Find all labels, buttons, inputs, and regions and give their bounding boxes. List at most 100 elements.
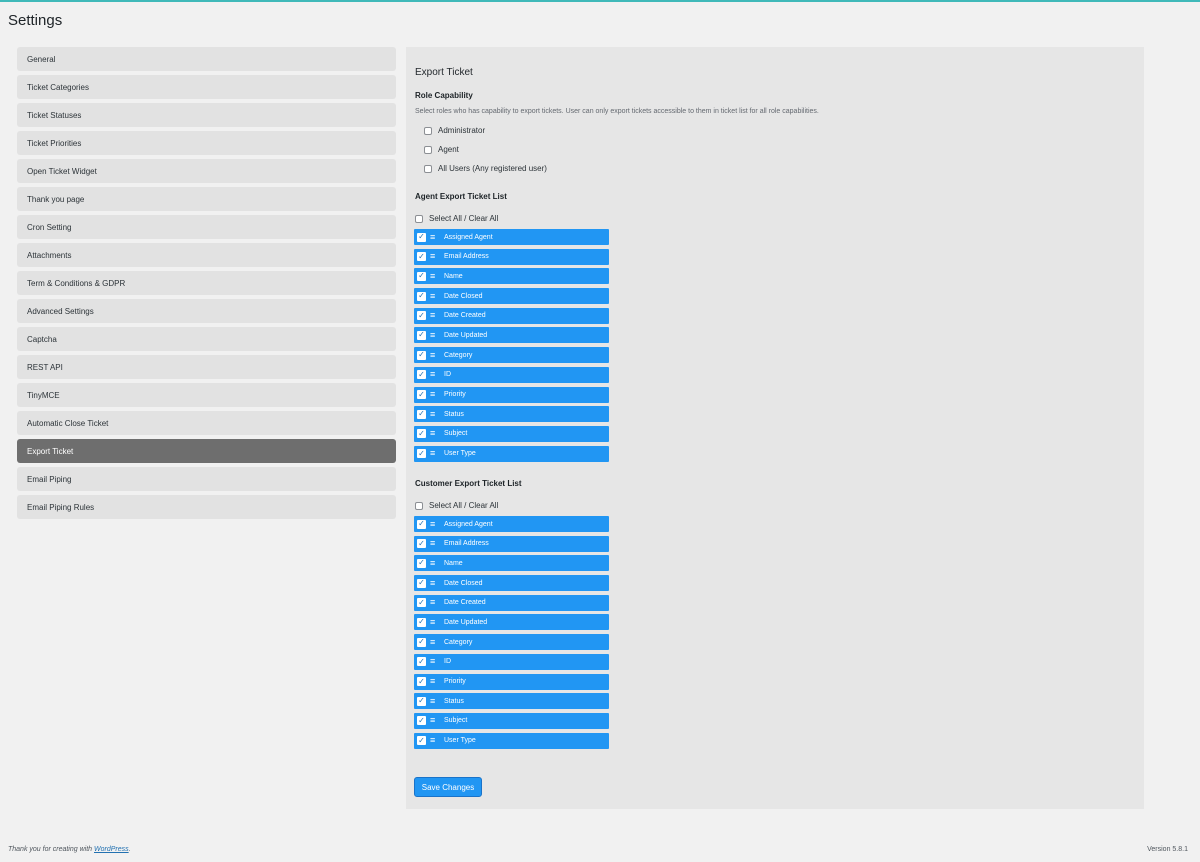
check-icon[interactable]: ✓ (417, 291, 426, 301)
check-icon[interactable]: ✓ (417, 519, 426, 529)
export-field-status[interactable]: ✓ ≡ Status (414, 693, 609, 710)
drag-handle-icon[interactable]: ≡ (430, 370, 439, 379)
export-field-category[interactable]: ✓ ≡ Category (414, 347, 609, 364)
sidebar-item-ticket-priorities[interactable]: Ticket Priorities (17, 131, 396, 155)
role-checkbox[interactable] (424, 164, 432, 173)
check-icon[interactable]: ✓ (417, 637, 426, 647)
export-field-id[interactable]: ✓ ≡ ID (414, 366, 609, 383)
role-agent[interactable]: Agent (424, 145, 459, 154)
check-icon[interactable]: ✓ (417, 696, 426, 706)
drag-handle-icon[interactable]: ≡ (430, 696, 439, 706)
drag-handle-icon[interactable]: ≡ (430, 232, 439, 242)
drag-handle-icon[interactable]: ≡ (430, 598, 439, 607)
sidebar-item-cron-setting[interactable]: Cron Setting (17, 215, 396, 239)
customer-select-all-checkbox[interactable] (415, 501, 423, 510)
wordpress-link[interactable]: WordPress (94, 846, 129, 853)
drag-handle-icon[interactable]: ≡ (430, 736, 439, 745)
export-field-email-address[interactable]: ✓ ≡ Email Address (414, 248, 609, 265)
drag-handle-icon[interactable]: ≡ (430, 429, 439, 438)
export-field-assigned-agent[interactable]: ✓ ≡ Assigned Agent (414, 516, 609, 532)
drag-handle-icon[interactable]: ≡ (430, 409, 439, 419)
export-field-user-type[interactable]: ✓ ≡ User Type (414, 732, 609, 749)
save-changes-button[interactable]: Save Changes (414, 777, 482, 797)
export-field-subject[interactable]: ✓ ≡ Subject (414, 425, 609, 442)
export-field-user-type[interactable]: ✓ ≡ User Type (414, 445, 609, 462)
drag-handle-icon[interactable]: ≡ (430, 252, 439, 261)
role-administrator[interactable]: Administrator (424, 126, 485, 135)
sidebar-item-ticket-statuses[interactable]: Ticket Statuses (17, 103, 396, 127)
sidebar-item-export-ticket[interactable]: Export Ticket (17, 439, 396, 463)
role-checkbox[interactable] (424, 145, 432, 154)
export-field-date-updated[interactable]: ✓ ≡ Date Updated (414, 614, 609, 631)
drag-handle-icon[interactable]: ≡ (430, 539, 439, 548)
check-icon[interactable]: ✓ (417, 598, 426, 608)
export-field-assigned-agent[interactable]: ✓ ≡ Assigned Agent (414, 229, 609, 245)
drag-handle-icon[interactable]: ≡ (430, 350, 439, 360)
export-field-priority[interactable]: ✓ ≡ Priority (414, 386, 609, 403)
sidebar-item-email-piping[interactable]: Email Piping (17, 467, 396, 491)
check-icon[interactable]: ✓ (417, 271, 426, 281)
export-field-date-created[interactable]: ✓ ≡ Date Created (414, 594, 609, 611)
check-icon[interactable]: ✓ (417, 429, 426, 439)
drag-handle-icon[interactable]: ≡ (430, 291, 439, 301)
sidebar-item-advanced-settings[interactable]: Advanced Settings (17, 299, 396, 323)
check-icon[interactable]: ✓ (417, 350, 426, 360)
sidebar-item-open-ticket-widget[interactable]: Open Ticket Widget (17, 159, 396, 183)
sidebar-item-general[interactable]: General (17, 47, 396, 71)
sidebar-item-ticket-categories[interactable]: Ticket Categories (17, 75, 396, 99)
drag-handle-icon[interactable]: ≡ (430, 390, 439, 399)
agent-select-all-checkbox[interactable] (415, 214, 423, 223)
drag-handle-icon[interactable]: ≡ (430, 558, 439, 568)
sidebar-item-attachments[interactable]: Attachments (17, 243, 396, 267)
export-field-status[interactable]: ✓ ≡ Status (414, 406, 609, 423)
check-icon[interactable]: ✓ (417, 330, 426, 340)
agent-select-all[interactable]: Select All / Clear All (415, 214, 498, 223)
export-field-date-closed[interactable]: ✓ ≡ Date Closed (414, 575, 609, 592)
check-icon[interactable]: ✓ (417, 617, 426, 627)
export-field-priority[interactable]: ✓ ≡ Priority (414, 673, 609, 690)
check-icon[interactable]: ✓ (417, 677, 426, 686)
sidebar-item-email-piping-rules[interactable]: Email Piping Rules (17, 495, 396, 519)
role-checkbox[interactable] (424, 126, 432, 135)
export-field-name[interactable]: ✓ ≡ Name (414, 268, 609, 285)
check-icon[interactable]: ✓ (417, 558, 426, 568)
sidebar-item-term-conditions-gdpr[interactable]: Term & Conditions & GDPR (17, 271, 396, 295)
export-field-date-closed[interactable]: ✓ ≡ Date Closed (414, 288, 609, 305)
check-icon[interactable]: ✓ (417, 578, 426, 588)
check-icon[interactable]: ✓ (417, 716, 426, 726)
check-icon[interactable]: ✓ (417, 409, 426, 419)
drag-handle-icon[interactable]: ≡ (430, 519, 439, 529)
check-icon[interactable]: ✓ (417, 370, 426, 380)
drag-handle-icon[interactable]: ≡ (430, 271, 439, 281)
sidebar-item-thank-you-page[interactable]: Thank you page (17, 187, 396, 211)
export-field-email-address[interactable]: ✓ ≡ Email Address (414, 535, 609, 552)
drag-handle-icon[interactable]: ≡ (430, 637, 439, 647)
drag-handle-icon[interactable]: ≡ (430, 311, 439, 320)
sidebar-item-tinymce[interactable]: TinyMCE (17, 383, 396, 407)
drag-handle-icon[interactable]: ≡ (430, 657, 439, 666)
role-all-users-any-registered-user[interactable]: All Users (Any registered user) (424, 164, 547, 173)
check-icon[interactable]: ✓ (417, 657, 426, 667)
check-icon[interactable]: ✓ (417, 311, 426, 321)
sidebar-item-automatic-close-ticket[interactable]: Automatic Close Ticket (17, 411, 396, 435)
export-field-date-created[interactable]: ✓ ≡ Date Created (414, 307, 609, 324)
sidebar-item-captcha[interactable]: Captcha (17, 327, 396, 351)
drag-handle-icon[interactable]: ≡ (430, 617, 439, 627)
export-field-name[interactable]: ✓ ≡ Name (414, 555, 609, 572)
check-icon[interactable]: ✓ (417, 232, 426, 242)
check-icon[interactable]: ✓ (417, 252, 426, 262)
export-field-category[interactable]: ✓ ≡ Category (414, 634, 609, 651)
customer-select-all[interactable]: Select All / Clear All (415, 501, 498, 510)
check-icon[interactable]: ✓ (417, 736, 426, 746)
check-icon[interactable]: ✓ (417, 390, 426, 399)
drag-handle-icon[interactable]: ≡ (430, 449, 439, 458)
check-icon[interactable]: ✓ (417, 449, 426, 459)
drag-handle-icon[interactable]: ≡ (430, 330, 439, 340)
drag-handle-icon[interactable]: ≡ (430, 578, 439, 588)
export-field-date-updated[interactable]: ✓ ≡ Date Updated (414, 327, 609, 344)
drag-handle-icon[interactable]: ≡ (430, 716, 439, 725)
drag-handle-icon[interactable]: ≡ (430, 677, 439, 686)
export-field-subject[interactable]: ✓ ≡ Subject (414, 712, 609, 729)
sidebar-item-rest-api[interactable]: REST API (17, 355, 396, 379)
export-field-id[interactable]: ✓ ≡ ID (414, 653, 609, 670)
